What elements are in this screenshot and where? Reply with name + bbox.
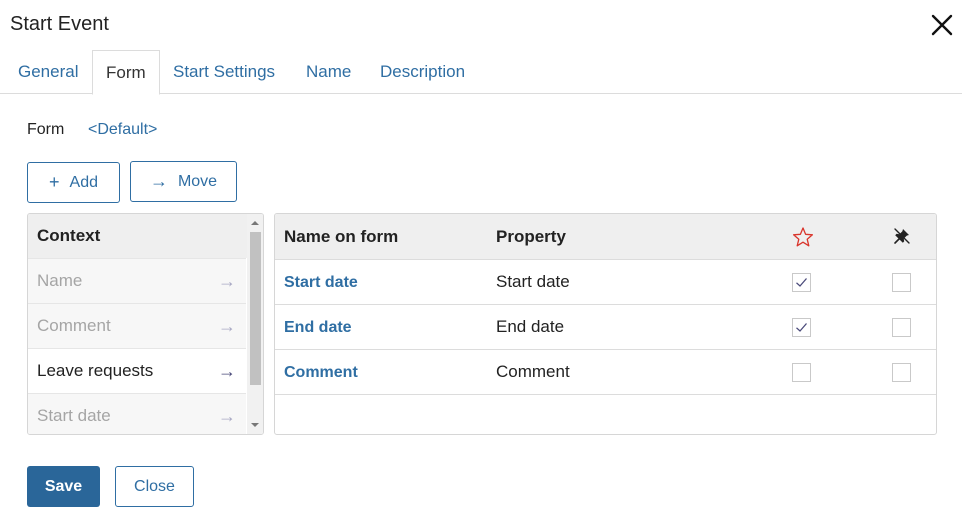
tab-bar: General Form Start Settings Name Descrip…	[0, 50, 962, 95]
column-property: Property	[496, 227, 566, 246]
table-header: Name on form Property	[275, 214, 936, 259]
check-icon	[796, 278, 807, 287]
tab-general[interactable]: General	[18, 50, 78, 94]
field-name-link[interactable]: Start date	[284, 260, 358, 305]
context-header: Context	[28, 214, 263, 258]
column-name-on-form: Name on form	[284, 227, 399, 246]
arrow-right-icon: →	[218, 315, 236, 336]
star-icon	[792, 227, 814, 247]
arrow-right-icon[interactable]: →	[218, 361, 236, 382]
scroll-down-icon[interactable]	[251, 423, 259, 427]
readonly-checkbox[interactable]	[892, 273, 911, 292]
table-row: Start date Start date	[275, 259, 936, 304]
context-item-leave-requests[interactable]: Leave requests →	[28, 348, 246, 393]
tab-name[interactable]: Name	[306, 50, 351, 94]
tab-description[interactable]: Description	[380, 50, 465, 94]
table-empty-area	[275, 394, 936, 434]
check-icon	[796, 323, 807, 332]
form-default-link[interactable]: <Default>	[88, 121, 157, 139]
context-item-name[interactable]: Name →	[28, 258, 246, 303]
readonly-checkbox[interactable]	[892, 318, 911, 337]
plus-icon: +	[49, 172, 60, 192]
required-checkbox[interactable]	[792, 273, 811, 292]
context-item-comment[interactable]: Comment →	[28, 303, 246, 348]
save-button[interactable]: Save	[27, 466, 100, 507]
arrow-right-icon: →	[218, 270, 236, 291]
field-property: End date	[496, 317, 565, 336]
table-row: Comment Comment	[275, 349, 936, 394]
form-fields-table: Name on form Property Start date Start d…	[274, 213, 937, 435]
field-name-link[interactable]: End date	[284, 305, 352, 350]
tab-form[interactable]: Form	[92, 50, 160, 95]
close-icon[interactable]	[930, 13, 954, 37]
table-row: End date End date	[275, 304, 936, 349]
scroll-thumb[interactable]	[250, 232, 261, 385]
context-item-label: Comment	[37, 316, 111, 335]
scroll-up-icon[interactable]	[251, 221, 259, 225]
required-checkbox[interactable]	[792, 363, 811, 382]
context-item-label: Name	[37, 271, 83, 290]
move-button[interactable]: → Move	[130, 161, 237, 202]
close-button[interactable]: Close	[115, 466, 194, 507]
context-scrollbar[interactable]	[247, 214, 263, 434]
arrow-right-icon: →	[149, 171, 168, 191]
arrow-right-icon: →	[218, 405, 236, 426]
readonly-checkbox[interactable]	[892, 363, 911, 382]
add-button[interactable]: + Add	[27, 162, 120, 203]
tab-start-settings[interactable]: Start Settings	[173, 50, 275, 94]
context-list: Context Name → Comment → Leave requests …	[27, 213, 264, 435]
pin-icon	[894, 228, 910, 244]
context-item-start-date[interactable]: Start date →	[28, 393, 246, 434]
dialog-title: Start Event	[10, 13, 109, 35]
add-button-label: Add	[69, 173, 98, 191]
form-label: Form	[27, 121, 65, 138]
required-checkbox[interactable]	[792, 318, 811, 337]
field-property: Start date	[496, 272, 570, 291]
context-item-label: Start date	[37, 406, 111, 425]
context-item-label: Leave requests	[37, 361, 154, 380]
field-name-link[interactable]: Comment	[284, 350, 358, 395]
move-button-label: Move	[177, 172, 218, 190]
field-property: Comment	[496, 362, 570, 381]
